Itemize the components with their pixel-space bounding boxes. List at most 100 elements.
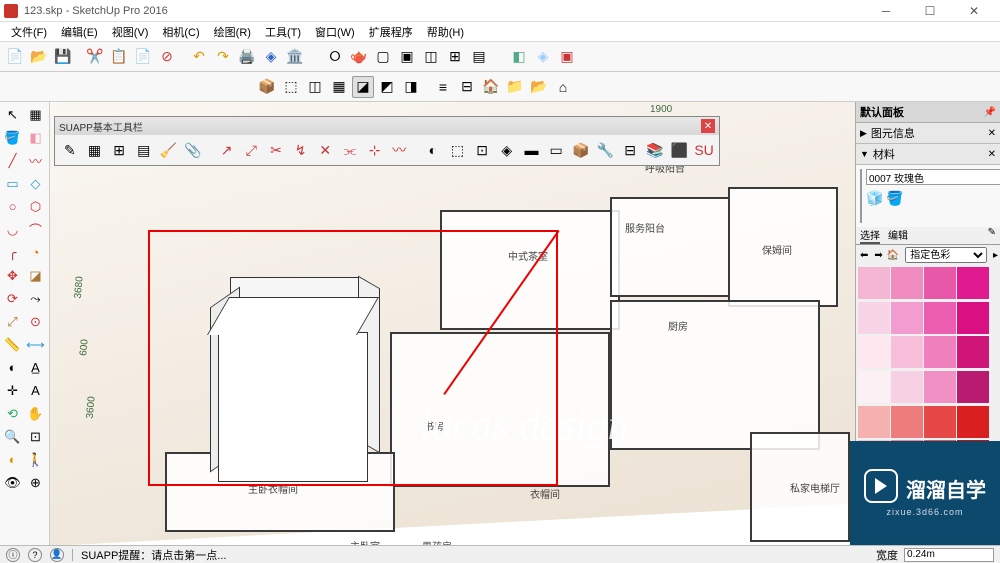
plugin-icon[interactable]: ▣ bbox=[556, 46, 578, 68]
circle-icon[interactable]: ⭘ bbox=[324, 46, 346, 68]
color-swatch[interactable] bbox=[891, 371, 923, 403]
eraser-icon[interactable]: ◧ bbox=[25, 127, 46, 148]
zoom-icon[interactable]: 🔍 bbox=[2, 426, 23, 447]
folder1-icon[interactable]: 📁 bbox=[504, 76, 526, 98]
rect-icon[interactable]: ▭ bbox=[2, 173, 23, 194]
close-button[interactable]: ✕ bbox=[952, 0, 996, 22]
suapp-tool-13[interactable]: ⊹ bbox=[364, 139, 386, 161]
component2-icon[interactable]: ▦ bbox=[25, 104, 46, 125]
frame4-icon[interactable]: ⊞ bbox=[444, 46, 466, 68]
wireframe-icon[interactable]: ▦ bbox=[328, 76, 350, 98]
suapp-tool-24[interactable]: 📚 bbox=[644, 139, 666, 161]
suapp-tool-17[interactable]: ⊡ bbox=[471, 139, 493, 161]
textured-icon[interactable]: ◩ bbox=[376, 76, 398, 98]
suapp-tool-2[interactable]: ▦ bbox=[84, 139, 106, 161]
delete-icon[interactable]: ⊘ bbox=[156, 46, 178, 68]
color-swatch[interactable] bbox=[858, 267, 890, 299]
shaded-icon[interactable]: ◪ bbox=[352, 76, 374, 98]
create-material-icon[interactable]: 🧊 bbox=[866, 189, 884, 207]
rotrect-icon[interactable]: ◇ bbox=[25, 173, 46, 194]
redo-icon[interactable]: ↷ bbox=[212, 46, 234, 68]
diamond-icon[interactable]: ◈ bbox=[532, 46, 554, 68]
suapp-tool-10[interactable]: ↯ bbox=[290, 139, 312, 161]
menu-view[interactable]: 视图(V) bbox=[105, 22, 156, 42]
home-icon[interactable]: 🏠 bbox=[885, 248, 901, 263]
text3d-icon[interactable]: A bbox=[25, 380, 46, 401]
cut-icon[interactable]: ✂️ bbox=[84, 46, 106, 68]
circle2-icon[interactable]: ○ bbox=[2, 196, 23, 217]
color-swatch[interactable] bbox=[891, 336, 923, 368]
suapp-tool-11[interactable]: ✕ bbox=[314, 139, 336, 161]
color-mode-select[interactable]: 指定色彩 bbox=[905, 247, 987, 263]
status-user-icon[interactable]: 👤 bbox=[50, 548, 64, 562]
frame5-icon[interactable]: ▤ bbox=[468, 46, 490, 68]
walk-icon[interactable]: 🚶 bbox=[25, 449, 46, 470]
color-swatch[interactable] bbox=[891, 267, 923, 299]
axes-icon[interactable]: ✛ bbox=[2, 380, 23, 401]
close-section-icon[interactable]: ✕ bbox=[988, 128, 996, 139]
menu-help[interactable]: 帮助(H) bbox=[420, 22, 471, 42]
pushpull-icon[interactable]: ◪ bbox=[25, 265, 46, 286]
suapp-tool-19[interactable]: ▬ bbox=[521, 139, 543, 161]
close-section-icon[interactable]: ✕ bbox=[988, 149, 996, 160]
suapp-toolbar[interactable]: SUAPP基本工具栏 ✕ ✎ ▦ ⊞ ▤ 🧹 📎 ↗ ⤢ ✂ ↯ ✕ ⫘ ⊹ 〰 bbox=[54, 116, 720, 166]
maximize-button[interactable]: ☐ bbox=[908, 0, 952, 22]
suapp-tool-5[interactable]: 🧹 bbox=[158, 139, 180, 161]
eyedropper-icon[interactable]: ✎ bbox=[988, 227, 996, 244]
suapp-close-button[interactable]: ✕ bbox=[701, 119, 715, 133]
polygon-icon[interactable]: ⬡ bbox=[25, 196, 46, 217]
component-icon[interactable]: 📦 bbox=[256, 76, 278, 98]
menu-camera[interactable]: 相机(C) bbox=[155, 22, 206, 42]
layers-icon[interactable]: ≡ bbox=[432, 76, 454, 98]
measurement-input[interactable]: 0.24m bbox=[904, 548, 994, 562]
color-swatch[interactable] bbox=[891, 406, 923, 438]
back-icon[interactable]: ⬅ bbox=[856, 248, 872, 263]
new-icon[interactable]: 📄 bbox=[4, 46, 26, 68]
detail-icon[interactable]: ▸ bbox=[991, 248, 1000, 263]
undo-icon[interactable]: ↶ bbox=[188, 46, 210, 68]
mono-icon[interactable]: ◨ bbox=[400, 76, 422, 98]
frame1-icon[interactable]: ▢ bbox=[372, 46, 394, 68]
suapp-tool-8[interactable]: ⤢ bbox=[241, 139, 263, 161]
protractor-icon[interactable]: ◐ bbox=[2, 357, 23, 378]
panel-header[interactable]: 默认面板 📌 bbox=[856, 102, 1000, 123]
arc3-icon[interactable]: ╭ bbox=[2, 242, 23, 263]
suapp-tool-22[interactable]: 🔧 bbox=[595, 139, 617, 161]
suapp-tool-9[interactable]: ✂ bbox=[265, 139, 287, 161]
status-help-icon[interactable]: ? bbox=[28, 548, 42, 562]
scale-icon[interactable]: ⤢ bbox=[2, 311, 23, 332]
suapp-logo-icon[interactable]: SU bbox=[693, 139, 715, 161]
bucket2-icon[interactable]: 🪣 bbox=[886, 189, 904, 207]
box2-icon[interactable]: ⬚ bbox=[280, 76, 302, 98]
frame3-icon[interactable]: ◫ bbox=[420, 46, 442, 68]
warehouse-icon[interactable]: 🏛️ bbox=[284, 46, 306, 68]
rotate-icon[interactable]: ⟳ bbox=[2, 288, 23, 309]
material-name-input[interactable] bbox=[866, 169, 1000, 185]
suapp-tool-12[interactable]: ⫘ bbox=[339, 139, 361, 161]
suapp-tool-3[interactable]: ⊞ bbox=[108, 139, 130, 161]
color-swatch[interactable] bbox=[957, 336, 989, 368]
tab-edit[interactable]: 编辑 bbox=[888, 227, 908, 244]
color-swatch[interactable] bbox=[858, 371, 890, 403]
suapp-tool-1[interactable]: ✎ bbox=[59, 139, 81, 161]
line-icon[interactable]: ╱ bbox=[2, 150, 23, 171]
color-swatch[interactable] bbox=[891, 302, 923, 334]
color-swatch[interactable] bbox=[858, 336, 890, 368]
suapp-tool-23[interactable]: ⊟ bbox=[619, 139, 641, 161]
menu-draw[interactable]: 绘图(R) bbox=[207, 22, 258, 42]
select-icon[interactable]: ↖ bbox=[2, 104, 23, 125]
color-swatch[interactable] bbox=[924, 302, 956, 334]
zoomwin-icon[interactable]: ⊡ bbox=[25, 426, 46, 447]
look-icon[interactable]: 👁 bbox=[2, 472, 23, 493]
open-icon[interactable]: 📂 bbox=[28, 46, 50, 68]
menu-tools[interactable]: 工具(T) bbox=[258, 22, 308, 42]
color-swatch[interactable] bbox=[858, 406, 890, 438]
suapp-tool-7[interactable]: ↗ bbox=[216, 139, 238, 161]
color-swatch[interactable] bbox=[924, 371, 956, 403]
viewport[interactable]: 呼吸阳台 服务阳台 保姆间 中式茶室 厨房 书房 主卧衣帽间 衣帽间 主卧室 男… bbox=[50, 102, 855, 545]
dim-icon[interactable]: ⟷ bbox=[25, 334, 46, 355]
followme-icon[interactable]: ⤳ bbox=[25, 288, 46, 309]
material-preview[interactable] bbox=[860, 169, 862, 223]
cube-icon[interactable]: ◫ bbox=[304, 76, 326, 98]
box-icon[interactable]: ◧ bbox=[508, 46, 530, 68]
